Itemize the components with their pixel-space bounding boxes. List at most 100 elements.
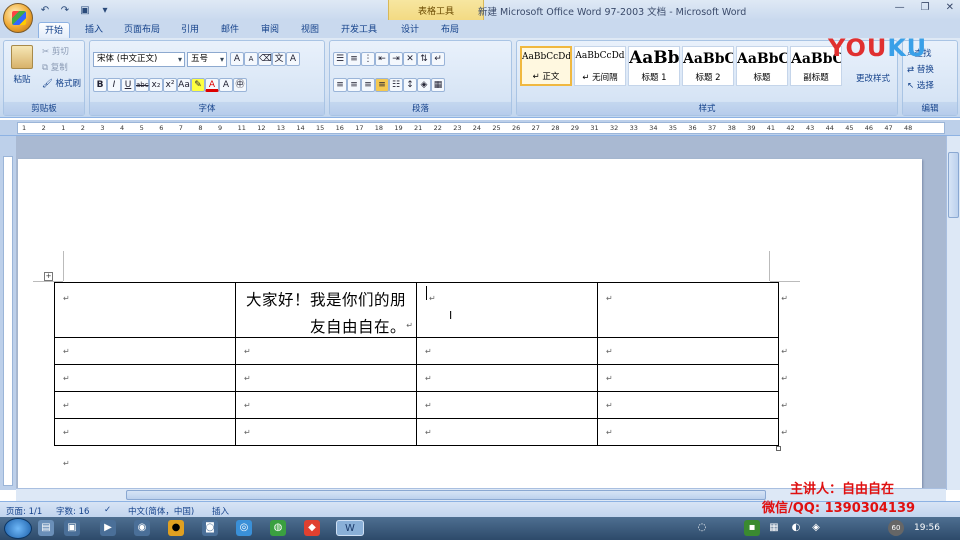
cut-button[interactable]: ✂ 剪切: [42, 45, 69, 57]
char-border-icon[interactable]: A: [286, 52, 300, 66]
table-cell[interactable]: ↵: [54, 418, 236, 446]
chinese-layout-icon[interactable]: ✕: [403, 52, 417, 66]
table-cell[interactable]: ↵ ↵: [597, 282, 788, 338]
close-icon[interactable]: ✕: [946, 2, 954, 13]
sort-icon[interactable]: ⇅: [417, 52, 431, 66]
tray-badge[interactable]: 60: [888, 520, 904, 536]
superscript-icon[interactable]: x²: [163, 78, 177, 92]
font-color-icon[interactable]: A: [205, 78, 219, 92]
change-styles-button[interactable]: 更改样式: [856, 72, 890, 84]
style-no-spacing[interactable]: AaBbCcDd ↵ 无间隔: [574, 46, 626, 86]
table-cell[interactable]: ↵ I: [416, 282, 598, 338]
shrink-font-icon[interactable]: A: [244, 52, 258, 66]
vertical-ruler[interactable]: [0, 136, 16, 490]
highlight-icon[interactable]: ✎: [191, 78, 205, 92]
word-taskbar-icon[interactable]: W: [336, 520, 364, 536]
show-marks-icon[interactable]: ↵: [431, 52, 445, 66]
tab-layout[interactable]: 布局: [436, 22, 464, 38]
horizontal-ruler[interactable]: 1 2 1 2 3 4 5 6 7 8 9 11 12 13 14 15 16 17 18 19 21 22 23 24 25 2…: [0, 120, 960, 136]
shading-icon[interactable]: ◈: [417, 78, 431, 92]
distributed-icon[interactable]: ☷: [389, 78, 403, 92]
table-cell[interactable]: ↵ ↵: [597, 364, 788, 392]
media-icon[interactable]: ▶: [100, 520, 116, 536]
page-count[interactable]: 页面: 1/1: [6, 505, 42, 517]
grow-font-icon[interactable]: A: [230, 52, 244, 66]
align-center-icon[interactable]: ≡: [347, 78, 361, 92]
table-cell[interactable]: ↵: [416, 337, 598, 365]
increase-indent-icon[interactable]: ⇥: [389, 52, 403, 66]
qq-icon[interactable]: ●: [168, 520, 184, 536]
tab-view[interactable]: 视图: [296, 22, 324, 38]
tray-shield-icon[interactable]: ◈: [808, 520, 824, 536]
vscroll-thumb[interactable]: [948, 152, 959, 218]
italic-icon[interactable]: I: [107, 78, 121, 92]
tab-insert[interactable]: 插入: [80, 22, 108, 38]
justify-icon[interactable]: ≡: [375, 78, 389, 92]
style-title[interactable]: AaBbC 标题: [736, 46, 788, 86]
table-cell[interactable]: ↵: [235, 364, 417, 392]
table-cell[interactable]: ↵: [235, 337, 417, 365]
enclose-char-icon[interactable]: ㊥: [233, 78, 247, 92]
table-cell[interactable]: ↵ ↵: [597, 337, 788, 365]
tray-volume-icon[interactable]: ◐: [788, 520, 804, 536]
style-normal[interactable]: AaBbCcDd ↵ 正文: [520, 46, 572, 86]
table-cell[interactable]: ↵: [54, 391, 236, 419]
table-cell[interactable]: ↵: [416, 364, 598, 392]
camera-icon[interactable]: ◉: [134, 520, 150, 536]
table-cell[interactable]: ↵: [416, 418, 598, 446]
pinyin-icon[interactable]: 文: [272, 52, 286, 66]
numbering-icon[interactable]: ≡: [347, 52, 361, 66]
table-cell[interactable]: ↵: [235, 418, 417, 446]
table-cell[interactable]: ↵: [54, 364, 236, 392]
select-button[interactable]: ↖ 选择: [907, 79, 934, 91]
explorer-icon[interactable]: ▤: [38, 520, 54, 536]
strikethrough-icon[interactable]: abc: [135, 78, 149, 92]
clock[interactable]: 19:56: [914, 523, 940, 533]
table-cell[interactable]: ↵ ↵: [597, 391, 788, 419]
font-size-select[interactable]: 五号: [187, 52, 227, 67]
format-painter-button[interactable]: 🖌 格式刷: [42, 77, 81, 89]
table-resize-handle-icon[interactable]: [776, 446, 781, 451]
hscroll-thumb[interactable]: [126, 490, 766, 500]
underline-icon[interactable]: U: [121, 78, 135, 92]
folder-icon[interactable]: ▣: [64, 520, 80, 536]
app-icon[interactable]: ◆: [304, 520, 320, 536]
minimize-icon[interactable]: —: [895, 2, 905, 13]
tab-references[interactable]: 引用: [176, 22, 204, 38]
tab-review[interactable]: 审阅: [256, 22, 284, 38]
table-move-handle-icon[interactable]: +: [44, 272, 53, 281]
style-heading-1[interactable]: AaBb 标题 1: [628, 46, 680, 86]
clear-format-icon[interactable]: ⌫: [258, 52, 272, 66]
tray-nvidia-icon[interactable]: ▪: [744, 520, 760, 536]
table-cell[interactable]: 大家好！我是你们的朋友自由自在。 ↵: [235, 282, 417, 338]
table-cell[interactable]: ↵: [235, 391, 417, 419]
style-heading-2[interactable]: AaBbC 标题 2: [682, 46, 734, 86]
tab-mailings[interactable]: 邮件: [216, 22, 244, 38]
chrome-icon[interactable]: ◍: [270, 520, 286, 536]
office-button[interactable]: [3, 3, 33, 33]
align-right-icon[interactable]: ≡: [361, 78, 375, 92]
char-shading-icon[interactable]: A: [219, 78, 233, 92]
customize-qat-icon[interactable]: ▾: [98, 3, 112, 17]
document-table[interactable]: ↵ 大家好！我是你们的朋友自由自在。 ↵ ↵ I ↵ ↵ ↵ ↵ ↵ ↵ ↵ ↵ ↵ ↵…: [54, 282, 788, 446]
start-button-icon[interactable]: [4, 518, 32, 539]
line-spacing-icon[interactable]: ↕: [403, 78, 417, 92]
paste-button[interactable]: 粘贴: [10, 45, 34, 85]
tab-design[interactable]: 设计: [396, 22, 424, 38]
language-status[interactable]: 中文(简体，中国): [128, 505, 194, 517]
recorder-icon[interactable]: ◙: [202, 520, 218, 536]
tray-network-icon[interactable]: ▦: [766, 520, 782, 536]
proofing-icon[interactable]: ✓: [104, 505, 111, 515]
table-cell[interactable]: ↵: [416, 391, 598, 419]
bullets-icon[interactable]: ☰: [333, 52, 347, 66]
maximize-icon[interactable]: ❐: [921, 2, 930, 13]
word-count[interactable]: 字数: 16: [56, 505, 89, 517]
align-left-icon[interactable]: ≡: [333, 78, 347, 92]
table-cell[interactable]: ↵ ↵: [597, 418, 788, 446]
insert-mode[interactable]: 插入: [212, 505, 229, 517]
undo-icon[interactable]: ↶: [38, 3, 52, 17]
copy-button[interactable]: ⧉ 复制: [42, 61, 68, 73]
browser-icon[interactable]: ◎: [236, 520, 252, 536]
replace-button[interactable]: ⇄ 替换: [907, 63, 934, 75]
tab-page-layout[interactable]: 页面布局: [118, 22, 166, 38]
